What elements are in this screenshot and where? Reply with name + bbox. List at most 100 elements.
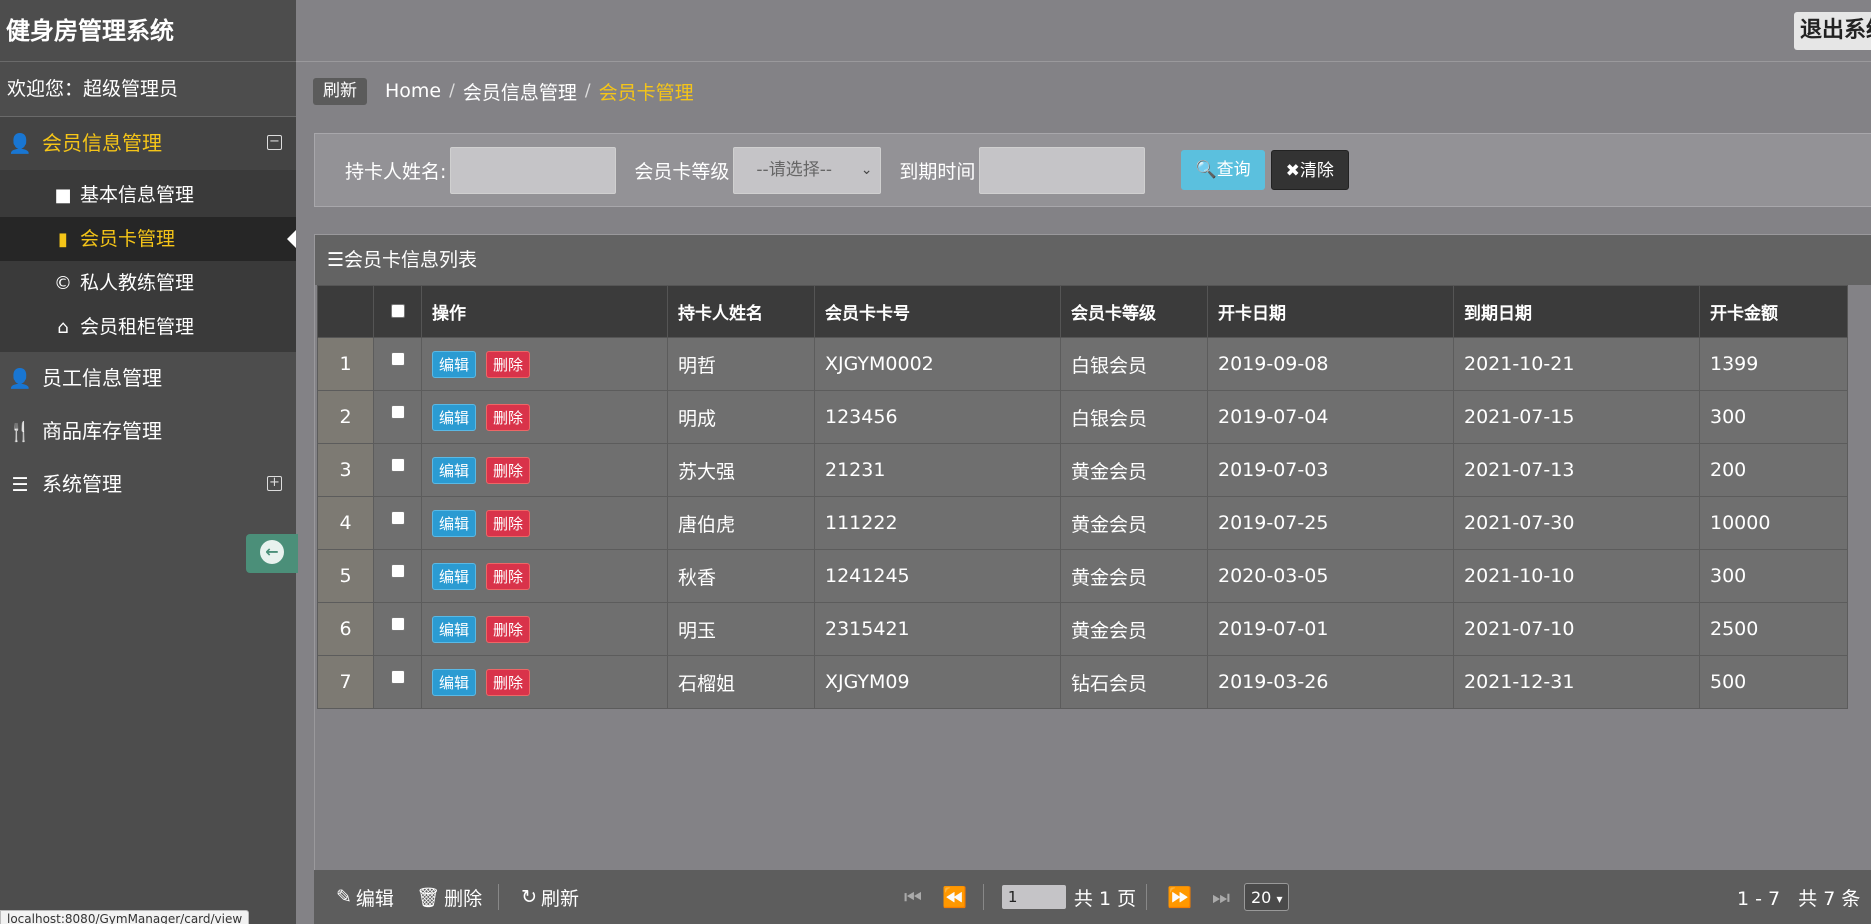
row-number: 3	[317, 443, 374, 497]
select-all-checkbox[interactable]	[390, 304, 405, 318]
expand-icon[interactable]: +	[267, 476, 282, 491]
cell-open-date: 2019-07-04	[1207, 390, 1454, 444]
row-edit-button[interactable]: 编辑	[432, 350, 477, 378]
column-header-actions: 操作	[421, 285, 668, 338]
record-range-info: 1 - 7 共 7 条	[1737, 884, 1860, 911]
table-row[interactable]: 1 编辑 删除 明哲 XJGYM0002 白银会员 2019-09-08 2021-10-21…	[317, 337, 1848, 391]
sidebar-item-basic-info[interactable]: ■ 基本信息管理	[0, 173, 296, 217]
last-page-icon[interactable]: ⏭	[1212, 885, 1230, 909]
row-checkbox[interactable]	[390, 511, 405, 525]
pagination: ⏮ ⏪ 1 共 1 页 ⏩ ⏭ 20 ▾	[894, 883, 1290, 911]
card-level-select[interactable]: --请选择-- ⌄	[733, 146, 882, 194]
sidebar-group-inventory[interactable]: 🍴 商品库存管理	[0, 405, 296, 458]
list-icon: ☰	[327, 249, 345, 271]
row-delete-button[interactable]: 删除	[486, 403, 531, 431]
cell-open-date: 2019-07-25	[1207, 496, 1454, 550]
row-edit-button[interactable]: 编辑	[432, 403, 477, 431]
record-range: 1 - 7	[1737, 887, 1781, 910]
collapse-icon[interactable]: −	[267, 135, 282, 150]
table-row[interactable]: 7 编辑 删除 石榴姐 XJGYM09 钻石会员 2019-03-26 2021-12-31 5…	[317, 655, 1848, 709]
column-header-open-date[interactable]: 开卡日期	[1207, 285, 1454, 338]
refresh-tab-button[interactable]: 刷新	[313, 77, 367, 105]
row-delete-button[interactable]: 删除	[486, 615, 531, 643]
first-page-icon[interactable]: ⏮	[904, 885, 922, 909]
row-delete-button[interactable]: 删除	[486, 562, 531, 590]
sidebar-group-system[interactable]: ☰ 系统管理 +	[0, 458, 296, 511]
list-title-text: 会员卡信息列表	[344, 249, 478, 271]
row-actions: 编辑 删除	[421, 602, 668, 656]
logout-button[interactable]: 退出系统	[1794, 12, 1871, 50]
column-header-expire-date[interactable]: 到期日期	[1453, 285, 1700, 338]
breadcrumb-parent[interactable]: 会员信息管理	[463, 78, 577, 105]
row-edit-button[interactable]: 编辑	[432, 456, 477, 484]
cell-card-no: XJGYM09	[814, 655, 1061, 709]
sidebar-item-locker-rental[interactable]: ⌂ 会员租柜管理	[0, 305, 296, 349]
search-panel: 持卡人姓名: 会员卡等级 --请选择-- ⌄ 到期时间 🔍查询 ✖清除	[314, 133, 1871, 207]
cell-name: 明成	[667, 390, 815, 444]
row-edit-button[interactable]: 编辑	[432, 615, 477, 643]
table-row[interactable]: 2 编辑 删除 明成 123456 白银会员 2019-07-04 2021-07-15 300	[317, 390, 1848, 444]
app-title: 健身房管理系统	[0, 0, 296, 62]
clear-button[interactable]: ✖清除	[1270, 150, 1349, 190]
sidebar-group-member-info[interactable]: 👤 会员信息管理 −	[0, 117, 296, 170]
sidebar: 健身房管理系统 欢迎您：超级管理员 👤 会员信息管理 − ■ 基本信息管理 ▮ 会员卡…	[0, 0, 296, 924]
row-select-cell	[373, 443, 422, 497]
row-edit-button[interactable]: 编辑	[432, 668, 477, 696]
refresh-icon: ↻	[521, 886, 537, 908]
table-row[interactable]: 4 编辑 删除 唐伯虎 111222 黄金会员 2019-07-25 2021-07-30 10…	[317, 496, 1848, 550]
pager-divider	[1146, 884, 1148, 910]
row-checkbox[interactable]	[390, 670, 405, 684]
cell-level: 白银会员	[1060, 390, 1208, 444]
cell-card-no: 1241245	[814, 549, 1061, 603]
cell-expire-date: 2021-07-10	[1453, 602, 1700, 656]
chevron-down-icon: ⌄	[860, 161, 873, 178]
row-checkbox[interactable]	[390, 458, 405, 472]
row-delete-button[interactable]: 删除	[486, 350, 531, 378]
row-checkbox[interactable]	[390, 352, 405, 366]
sidebar-item-member-card[interactable]: ▮ 会员卡管理	[0, 217, 296, 261]
column-header-name[interactable]: 持卡人姓名	[667, 285, 815, 338]
row-checkbox[interactable]	[390, 405, 405, 419]
page-size-value: 20	[1250, 888, 1272, 907]
copyright-icon: ©	[54, 273, 72, 294]
cell-level: 钻石会员	[1060, 655, 1208, 709]
row-checkbox[interactable]	[390, 617, 405, 631]
column-header-card-no[interactable]: 会员卡卡号	[814, 285, 1061, 338]
page-size-select[interactable]: 20 ▾	[1243, 883, 1290, 911]
table-row[interactable]: 6 编辑 删除 明玉 2315421 黄金会员 2019-07-01 2021-07-10 25…	[317, 602, 1848, 656]
row-delete-button[interactable]: 删除	[486, 509, 531, 537]
row-checkbox[interactable]	[390, 564, 405, 578]
row-delete-button[interactable]: 删除	[486, 456, 531, 484]
sidebar-item-personal-trainer[interactable]: © 私人教练管理	[0, 261, 296, 305]
sidebar-group-label: 员工信息管理	[42, 366, 162, 390]
sidebar-collapse-button[interactable]: ←	[246, 534, 298, 573]
row-number: 6	[317, 602, 374, 656]
prev-page-icon[interactable]: ⏪	[942, 885, 967, 909]
pager-delete-button[interactable]: 🗑 删除	[416, 884, 482, 911]
breadcrumb-home[interactable]: Home	[385, 80, 441, 102]
column-header-level[interactable]: 会员卡等级	[1060, 285, 1208, 338]
pager-delete-label: 删除	[444, 887, 483, 910]
pager-edit-button[interactable]: ✎ 编辑	[336, 884, 394, 911]
row-delete-button[interactable]: 删除	[486, 668, 531, 696]
sidebar-group-staff-info[interactable]: 👤 员工信息管理	[0, 352, 296, 405]
pager-refresh-button[interactable]: ↻ 刷新	[521, 884, 579, 911]
table-header-row: 操作 持卡人姓名 会员卡卡号 会员卡等级 开卡日期 到期日期 开卡金额	[317, 285, 1848, 338]
table-row[interactable]: 5 编辑 删除 秋香 1241245 黄金会员 2020-03-05 2021-10-10 30…	[317, 549, 1848, 603]
breadcrumb-current: 会员卡管理	[598, 81, 694, 104]
cell-card-no: 123456	[814, 390, 1061, 444]
page-number-input[interactable]: 1	[1001, 885, 1066, 909]
pager-refresh-label: 刷新	[541, 887, 580, 910]
sidebar-subnav: ■ 基本信息管理 ▮ 会员卡管理 © 私人教练管理 ⌂ 会员租柜管理	[0, 170, 296, 352]
cell-expire-date: 2021-10-21	[1453, 337, 1700, 391]
query-button[interactable]: 🔍查询	[1181, 150, 1265, 190]
cell-amount: 10000	[1699, 496, 1848, 550]
row-edit-button[interactable]: 编辑	[432, 509, 477, 537]
table-row[interactable]: 3 编辑 删除 苏大强 21231 黄金会员 2019-07-03 2021-07-13 200	[317, 443, 1848, 497]
column-header-amount[interactable]: 开卡金额	[1699, 285, 1848, 338]
row-actions: 编辑 删除	[421, 496, 668, 550]
row-edit-button[interactable]: 编辑	[432, 562, 477, 590]
cardholder-name-input[interactable]	[450, 146, 617, 194]
next-page-icon[interactable]: ⏩	[1167, 885, 1192, 909]
expiry-date-input[interactable]	[979, 146, 1146, 194]
